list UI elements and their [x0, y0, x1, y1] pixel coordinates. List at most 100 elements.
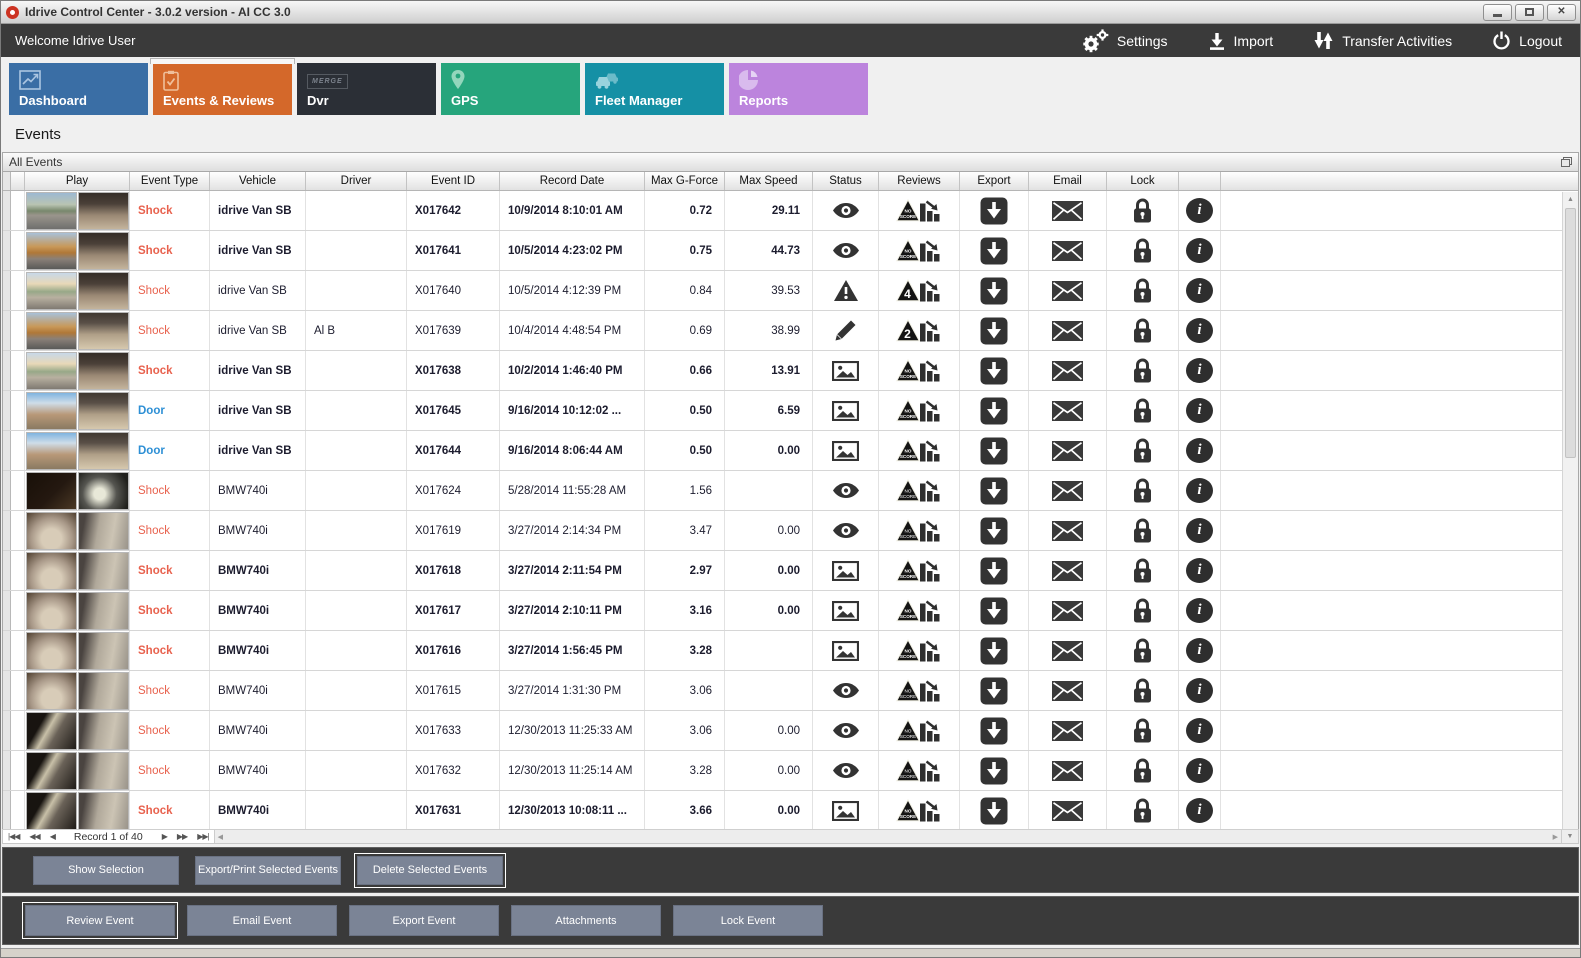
email-icon[interactable] — [1029, 711, 1107, 750]
email-icon[interactable] — [1029, 471, 1107, 510]
review-score-icon[interactable]: 4 — [879, 271, 960, 310]
row-selector[interactable] — [3, 551, 11, 590]
event-thumbnails[interactable] — [25, 631, 130, 670]
info-icon[interactable]: i — [1179, 471, 1221, 510]
info-icon[interactable]: i — [1179, 711, 1221, 750]
info-icon[interactable]: i — [1179, 311, 1221, 350]
lock-icon[interactable] — [1107, 591, 1179, 630]
export-icon[interactable] — [960, 191, 1029, 230]
lock-icon[interactable] — [1107, 551, 1179, 590]
review-score-icon[interactable]: NO SCORE — [879, 631, 960, 670]
front-camera-thumbnail[interactable] — [26, 311, 77, 350]
email-icon[interactable] — [1029, 751, 1107, 790]
export-icon[interactable] — [960, 471, 1029, 510]
export-icon[interactable] — [960, 551, 1029, 590]
table-row[interactable]: Door idrive Van SB X017645 9/16/2014 10:… — [3, 391, 1578, 431]
info-icon[interactable]: i — [1179, 231, 1221, 270]
prev-record-button[interactable]: ◀ — [45, 832, 60, 841]
cabin-camera-thumbnail[interactable] — [78, 511, 129, 550]
cabin-camera-thumbnail[interactable] — [78, 791, 129, 829]
lock-icon[interactable] — [1107, 191, 1179, 230]
prev-page-button[interactable]: ◀◀ — [24, 832, 44, 841]
export-icon[interactable] — [960, 671, 1029, 710]
export-icon[interactable] — [960, 271, 1029, 310]
row-selector[interactable] — [3, 231, 11, 270]
info-icon[interactable]: i — [1179, 431, 1221, 470]
attachments-button[interactable]: Attachments — [511, 905, 661, 936]
lock-icon[interactable] — [1107, 791, 1179, 829]
tab-reports[interactable]: Reports — [729, 63, 868, 115]
delete-selected-button[interactable]: Delete Selected Events — [354, 852, 506, 888]
row-selector[interactable] — [3, 431, 11, 470]
review-score-icon[interactable]: NO SCORE — [879, 191, 960, 230]
front-camera-thumbnail[interactable] — [26, 631, 77, 670]
email-icon[interactable] — [1029, 431, 1107, 470]
tab-dashboard[interactable]: Dashboard — [9, 63, 148, 115]
export-icon[interactable] — [960, 231, 1029, 270]
tab-fleet-manager[interactable]: Fleet Manager — [585, 63, 724, 115]
info-icon[interactable]: i — [1179, 591, 1221, 630]
event-thumbnails[interactable] — [25, 311, 130, 350]
email-event-button[interactable]: Email Event — [187, 905, 337, 936]
header-export[interactable]: Export — [960, 172, 1029, 190]
table-row[interactable]: Shock BMW740i X017619 3/27/2014 2:14:34 … — [3, 511, 1578, 551]
event-thumbnails[interactable] — [25, 391, 130, 430]
header-vehicle[interactable]: Vehicle — [210, 172, 306, 190]
export-print-selected-button[interactable]: Export/Print Selected Events — [195, 855, 341, 885]
info-icon[interactable]: i — [1179, 391, 1221, 430]
review-score-icon[interactable]: 2 — [879, 311, 960, 350]
header-play[interactable]: Play — [25, 172, 130, 190]
cabin-camera-thumbnail[interactable] — [78, 631, 129, 670]
front-camera-thumbnail[interactable] — [26, 391, 77, 430]
row-selector[interactable] — [3, 311, 11, 350]
lock-icon[interactable] — [1107, 631, 1179, 670]
cabin-camera-thumbnail[interactable] — [78, 431, 129, 470]
scroll-up-icon[interactable]: ▲ — [1563, 192, 1578, 207]
event-thumbnails[interactable] — [25, 511, 130, 550]
email-icon[interactable] — [1029, 351, 1107, 390]
event-thumbnails[interactable] — [25, 671, 130, 710]
lock-icon[interactable] — [1107, 711, 1179, 750]
maximize-button[interactable] — [1515, 3, 1544, 21]
row-selector[interactable] — [3, 351, 11, 390]
email-icon[interactable] — [1029, 591, 1107, 630]
review-score-icon[interactable]: NO SCORE — [879, 231, 960, 270]
cabin-camera-thumbnail[interactable] — [78, 471, 129, 510]
scroll-right-icon[interactable]: ▶ — [1553, 833, 1558, 841]
front-camera-thumbnail[interactable] — [26, 351, 77, 390]
review-score-icon[interactable]: NO SCORE — [879, 511, 960, 550]
cabin-camera-thumbnail[interactable] — [78, 271, 129, 310]
scroll-left-icon[interactable]: ◀ — [218, 833, 223, 841]
event-thumbnails[interactable] — [25, 551, 130, 590]
show-selection-button[interactable]: Show Selection — [33, 855, 179, 885]
row-selector[interactable] — [3, 391, 11, 430]
event-thumbnails[interactable] — [25, 791, 130, 829]
row-selector[interactable] — [3, 191, 11, 230]
row-selector[interactable] — [3, 711, 11, 750]
info-icon[interactable]: i — [1179, 511, 1221, 550]
export-icon[interactable] — [960, 631, 1029, 670]
review-score-icon[interactable]: NO SCORE — [879, 751, 960, 790]
row-selector[interactable] — [3, 631, 11, 670]
front-camera-thumbnail[interactable] — [26, 511, 77, 550]
next-page-button[interactable]: ▶▶ — [172, 832, 192, 841]
front-camera-thumbnail[interactable] — [26, 711, 77, 750]
email-icon[interactable] — [1029, 551, 1107, 590]
lock-icon[interactable] — [1107, 511, 1179, 550]
email-icon[interactable] — [1029, 631, 1107, 670]
lock-icon[interactable] — [1107, 351, 1179, 390]
front-camera-thumbnail[interactable] — [26, 191, 77, 230]
table-row[interactable]: Shock BMW740i X017624 5/28/2014 11:55:28… — [3, 471, 1578, 511]
lock-icon[interactable] — [1107, 671, 1179, 710]
row-selector[interactable] — [3, 671, 11, 710]
header-max-gforce[interactable]: Max G-Force — [645, 172, 725, 190]
review-score-icon[interactable]: NO SCORE — [879, 471, 960, 510]
lock-icon[interactable] — [1107, 751, 1179, 790]
lock-icon[interactable] — [1107, 231, 1179, 270]
row-selector[interactable] — [3, 591, 11, 630]
info-icon[interactable]: i — [1179, 791, 1221, 829]
table-row[interactable]: Shock BMW740i X017632 12/30/2013 11:25:1… — [3, 751, 1578, 791]
header-max-speed[interactable]: Max Speed — [725, 172, 813, 190]
header-driver[interactable]: Driver — [306, 172, 407, 190]
table-row[interactable]: Shock BMW740i X017616 3/27/2014 1:56:45 … — [3, 631, 1578, 671]
